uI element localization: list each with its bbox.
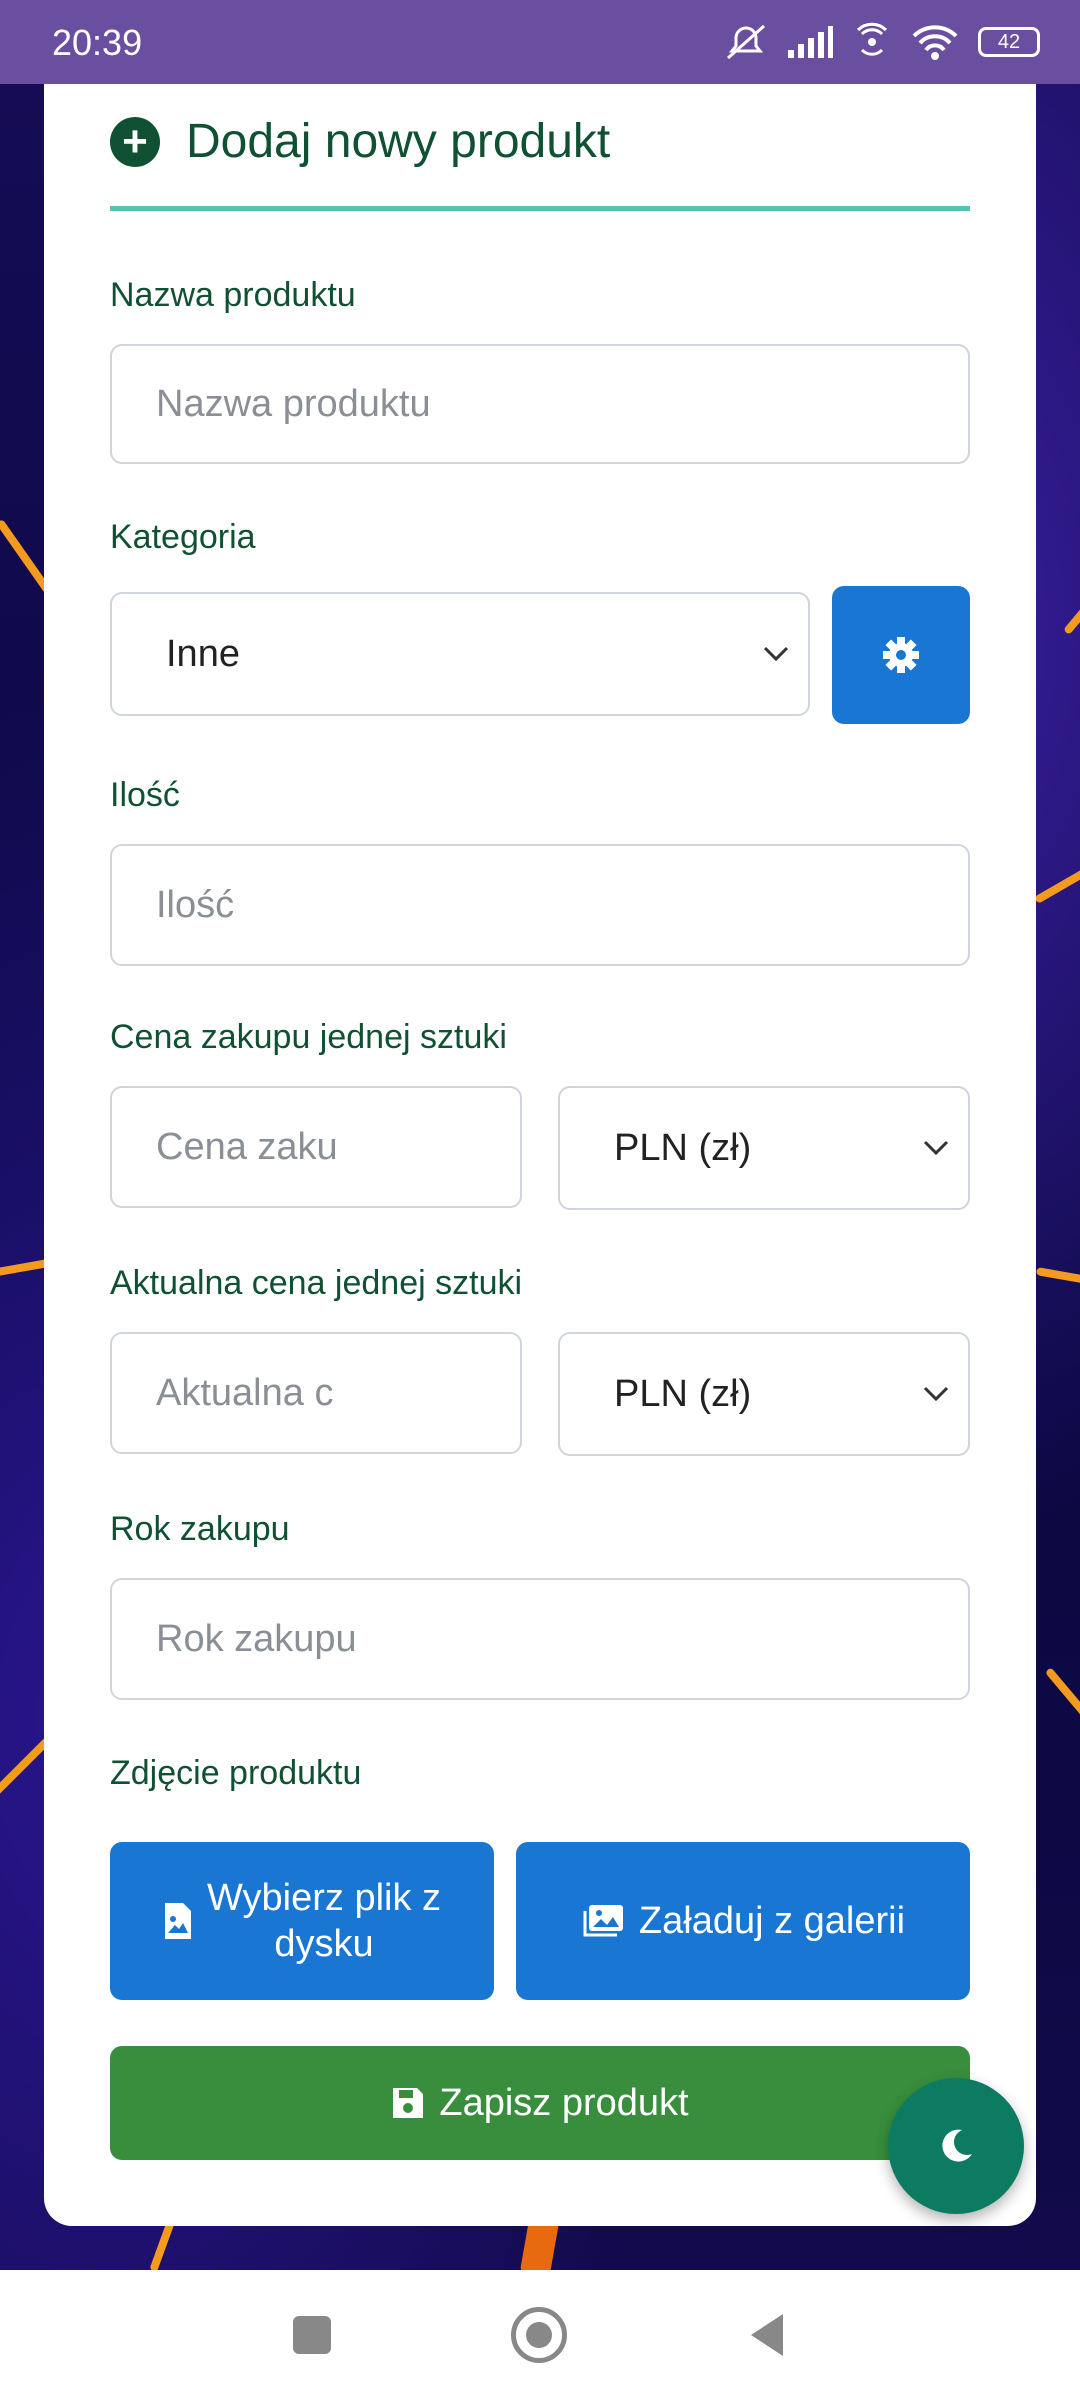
back-button[interactable] [747,2312,787,2358]
signal-icon [788,26,833,58]
plus-circle-icon: + [110,116,160,167]
quantity-input[interactable] [110,844,970,966]
category-value: Inne [166,632,240,675]
choose-file-line1: Wybierz plik z [206,1877,442,1919]
page-title: Dodaj nowy produkt [186,115,611,168]
file-image-icon [164,1903,191,1939]
form-header: + Dodaj nowy produkt [110,114,610,169]
purchase-currency-value: PLN (zł) [614,1126,752,1169]
status-bar: 20:39 42 [0,0,1080,84]
purchase-year-input[interactable] [110,1578,970,1700]
gear-icon [883,637,919,673]
category-select[interactable]: Inne [110,592,810,716]
current-currency-value: PLN (zł) [614,1372,752,1415]
year-label: Rok zakupu [110,1510,290,1548]
category-label: Kategoria [110,518,256,556]
mute-icon [727,24,765,60]
status-time: 20:39 [52,22,143,63]
choose-file-line2: dysku [274,1923,374,1965]
hotspot-icon [856,22,888,56]
wifi-icon [912,25,958,60]
name-label: Nazwa produktu [110,276,356,314]
photo-label: Zdjęcie produktu [110,1754,362,1792]
product-name-input[interactable] [110,344,970,464]
gallery-button[interactable]: Załaduj z galerii [516,1842,970,2000]
category-settings-button[interactable] [832,586,970,724]
add-product-card: + Dodaj nowy produkt Nazwa produktu Kate… [44,84,1036,2226]
chevron-down-icon [923,1386,949,1402]
home-button[interactable] [511,2307,567,2363]
dark-mode-toggle[interactable] [888,2078,1024,2214]
current-price-label: Aktualna cena jednej sztuki [110,1264,523,1302]
save-icon [393,2088,424,2118]
moon-icon [942,2129,972,2162]
purchase-price-input[interactable] [110,1086,522,1208]
recents-button[interactable] [293,2316,331,2354]
battery-icon: 42 [978,27,1040,57]
choose-file-button[interactable]: Wybierz plik z dysku [110,1842,494,2000]
images-icon [583,1905,623,1937]
current-price-input[interactable] [110,1332,522,1454]
save-label: Zapisz produkt [439,2081,689,2124]
chevron-down-icon [923,1140,949,1156]
current-currency-select[interactable]: PLN (zł) [558,1332,970,1456]
battery-level: 42 [997,30,1021,53]
save-product-button[interactable]: Zapisz produkt [110,2046,970,2160]
header-divider [110,206,970,211]
purchase-currency-select[interactable]: PLN (zł) [558,1086,970,1210]
gallery-label: Załaduj z galerii [638,1899,906,1942]
quantity-label: Ilość [110,776,180,814]
purchase-price-label: Cena zakupu jednej sztuki [110,1018,507,1056]
navigation-bar [0,2270,1080,2400]
chevron-down-icon [763,646,789,662]
